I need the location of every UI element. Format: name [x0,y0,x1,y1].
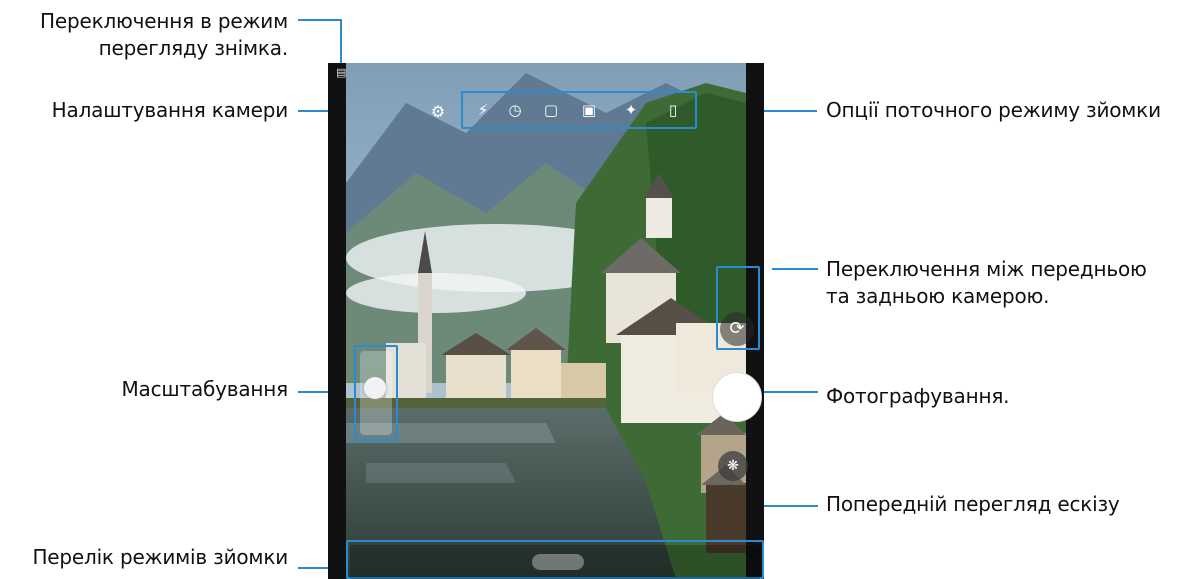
callout-line-view-mode-vertical [340,19,342,67]
thumbnail-icon[interactable]: ❋ [718,451,748,481]
callout-line-view-mode [298,19,342,21]
label-preview-thumbnail: Попередній перегляд ескізу [826,492,1120,516]
viewfinder-scene [346,63,746,579]
flash-off-icon[interactable]: ⚡ [471,98,495,122]
more-icon[interactable]: ▯ [661,98,685,122]
filter-icon[interactable]: ✦ [619,98,643,122]
camera-screen: ▤ ⚙ ⚡ ◷ ▢ ▣ ✦ ▯ ⟳ ❋ [328,63,764,579]
view-mode-icon[interactable]: ▤ [336,66,346,79]
callout-line-switch-camera [772,268,818,270]
switch-camera-icon[interactable]: ⟳ [720,312,754,346]
label-switch-camera: Переключення між передньою та задньою ка… [826,257,1147,308]
zoom-slider-handle[interactable] [364,377,386,399]
label-current-mode-options: Опції поточного режиму зйомки [826,98,1161,122]
label-zoom: Масштабування [121,377,288,401]
callout-line-take-photo [762,391,818,393]
shutter-button[interactable] [712,372,762,422]
label-take-photo: Фотографування. [826,384,1010,408]
label-camera-settings: Налаштування камери [51,98,289,122]
settings-highlight [424,98,452,126]
label-shooting-modes-list: Перелік режимів зйомки [32,545,288,569]
motion-photo-icon[interactable]: ▣ [577,98,601,122]
camera-viewfinder[interactable] [346,63,746,579]
selected-mode-pill[interactable] [532,554,584,570]
label-view-mode-switch: Переключення в режим перегляду знімка. [40,9,288,60]
timer-icon[interactable]: ◷ [503,98,527,122]
aspect-ratio-icon[interactable]: ▢ [539,98,563,122]
